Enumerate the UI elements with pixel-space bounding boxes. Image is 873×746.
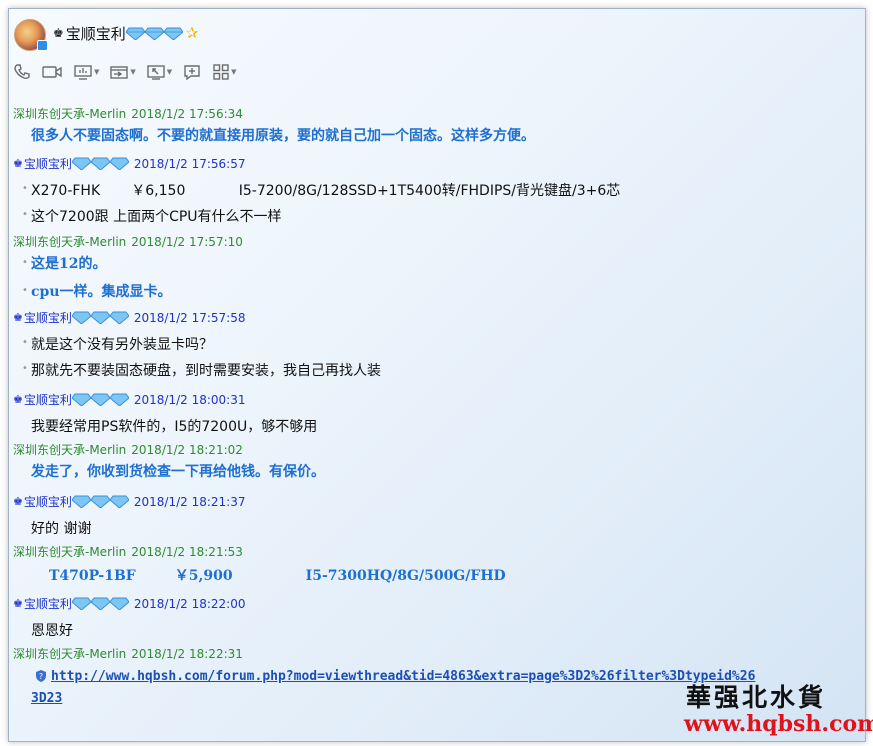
message-time: 2018/1/2 18:22:00: [133, 596, 246, 611]
remote-desktop-icon[interactable]: ▼: [146, 63, 172, 81]
message-text: 我要经常用PS软件的，I5的7200U，够不够用: [31, 419, 318, 435]
vip-crown-icon: ♚: [53, 26, 64, 40]
diamond-icon: [109, 157, 129, 170]
message-link[interactable]: http://www.hqbsh.com/forum.php?mod=viewt…: [51, 669, 755, 684]
message-time: 2018/1/2 18:00:31: [133, 392, 246, 407]
sender-name[interactable]: 深圳东创天承-Merlin: [13, 105, 126, 122]
bullet-icon: •: [22, 257, 28, 268]
add-app-icon[interactable]: [182, 63, 202, 81]
message-text: 那就先不要装固态硬盘，到时需要安装，我自己再找人装: [31, 363, 381, 379]
diamond-icon: [90, 393, 110, 406]
diamond-icon: [90, 495, 110, 508]
message-time: 2018/1/2 17:57:10: [131, 234, 243, 249]
sender-name[interactable]: 宝顺宝利: [24, 391, 72, 408]
online-status-icon: [37, 40, 48, 51]
message-text: T470P-1BF ￥5,900 I5-7300HQ/8G/500G/FHD: [49, 568, 506, 584]
message-text: 恩恩好: [31, 623, 73, 639]
sender-name[interactable]: 宝顺宝利: [24, 309, 72, 326]
sender-name[interactable]: 深圳东创天承-Merlin: [13, 543, 126, 560]
chevron-down-icon[interactable]: ▼: [94, 68, 99, 76]
transfer-file-icon[interactable]: ▼: [109, 63, 136, 81]
message-time: 2018/1/2 17:57:58: [133, 310, 246, 325]
message-header: ♚ 宝顺宝利 2018/1/2 17:57:58: [13, 309, 246, 326]
chevron-down-icon[interactable]: ▼: [130, 68, 135, 76]
diamond-icon: [71, 597, 91, 610]
vip-crown-icon: ♚: [13, 495, 23, 508]
star-icon: ✰: [185, 24, 199, 42]
message-text: 就是这个没有另外装显卡吗？: [31, 337, 213, 353]
sender-name[interactable]: 宝顺宝利: [24, 595, 72, 612]
message-list[interactable]: 深圳东创天承-Merlin 2018/1/2 17:56:34 很多人不要固态啊…: [9, 85, 865, 741]
bullet-icon: •: [22, 337, 28, 348]
sender-name[interactable]: 深圳东创天承-Merlin: [13, 233, 126, 250]
diamond-icon: [109, 597, 129, 610]
watermark-url: www.hqbsh.com: [684, 711, 873, 737]
message-link[interactable]: 3D23: [31, 691, 62, 706]
message-time: 2018/1/2 18:21:02: [131, 442, 243, 457]
apps-grid-icon[interactable]: ▼: [212, 63, 237, 81]
diamond-icon: [90, 311, 110, 324]
watermark-logo-text: 華强北水貨: [686, 683, 827, 712]
message-time: 2018/1/2 18:22:31: [131, 646, 243, 661]
sender-name[interactable]: 宝顺宝利: [24, 493, 72, 510]
contact-name[interactable]: 宝顺宝利: [66, 23, 126, 44]
message-header: ♚ 宝顺宝利 2018/1/2 18:21:37: [13, 493, 246, 510]
message-text: X270-FHK ￥6,150 I5-7200/8G/128SSD+1T5400…: [31, 183, 621, 199]
video-icon[interactable]: [41, 63, 63, 81]
diamond-icon: [71, 157, 91, 170]
toolbar: ▼ ▼ ▼ ▼: [13, 61, 237, 83]
bullet-icon: •: [22, 363, 28, 374]
diamond-icon: [90, 157, 110, 170]
chevron-down-icon[interactable]: ▼: [231, 68, 236, 76]
vip-crown-icon: ♚: [13, 597, 23, 610]
message-time: 2018/1/2 18:21:37: [133, 494, 246, 509]
diamond-icon: [144, 27, 164, 40]
chevron-down-icon[interactable]: ▼: [167, 68, 172, 76]
message-text: 发走了，你收到货检查一下再给他钱。有保价。: [31, 464, 325, 480]
message-text: 这个7200跟 上面两个CPU有什么不一样: [31, 209, 282, 225]
message-header: 深圳东创天承-Merlin 2018/1/2 18:21:53: [13, 543, 243, 560]
vip-crown-icon: ♚: [13, 157, 23, 170]
diamond-icon: [90, 597, 110, 610]
diamond-icon: [163, 27, 183, 40]
message-text: cpu一样。集成显卡。: [31, 284, 172, 300]
sender-name[interactable]: 深圳东创天承-Merlin: [13, 441, 126, 458]
message-text: 很多人不要固态啊。不要的就直接用原装，要的就自己加一个固态。这样多方便。: [31, 128, 535, 144]
chat-header: ♚ 宝顺宝利 ✰: [9, 9, 865, 57]
message-header: 深圳东创天承-Merlin 2018/1/2 17:57:10: [13, 233, 243, 250]
unsafe-link-icon: ?: [36, 670, 46, 682]
message-time: 2018/1/2 17:56:57: [133, 156, 246, 171]
message-time: 2018/1/2 17:56:34: [131, 106, 243, 121]
message-text: 这是12的。: [31, 256, 107, 272]
vip-crown-icon: ♚: [13, 311, 23, 324]
bullet-icon: •: [22, 285, 28, 296]
sender-name[interactable]: 深圳东创天承-Merlin: [13, 645, 126, 662]
message-header: 深圳东创天承-Merlin 2018/1/2 18:22:31: [13, 645, 243, 662]
vip-crown-icon: ♚: [13, 393, 23, 406]
diamond-icon: [71, 393, 91, 406]
bullet-icon: •: [22, 183, 28, 194]
message-text: 好的 谢谢: [31, 521, 92, 537]
diamond-icon: [109, 311, 129, 324]
message-header: ♚ 宝顺宝利 2018/1/2 18:22:00: [13, 595, 246, 612]
message-header: ♚ 宝顺宝利 2018/1/2 18:00:31: [13, 391, 246, 408]
screen-share-icon[interactable]: ▼: [73, 63, 99, 81]
phone-icon[interactable]: [13, 63, 31, 81]
sender-name[interactable]: 宝顺宝利: [24, 155, 72, 172]
chat-window: ♚ 宝顺宝利 ✰ ▼ ▼ ▼ ▼ 深圳东创天承-Merlin 2018/1/2 …: [8, 8, 866, 742]
svg-text:?: ?: [39, 672, 43, 681]
message-time: 2018/1/2 18:21:53: [131, 544, 243, 559]
diamond-icon: [109, 495, 129, 508]
bullet-icon: •: [22, 209, 28, 220]
contact-title: ♚ 宝顺宝利 ✰: [53, 23, 198, 43]
message-header: 深圳东创天承-Merlin 2018/1/2 17:56:34: [13, 105, 243, 122]
diamond-icon: [125, 27, 145, 40]
message-header: ♚ 宝顺宝利 2018/1/2 17:56:57: [13, 155, 246, 172]
diamond-icon: [109, 393, 129, 406]
diamond-icon: [71, 311, 91, 324]
diamond-icon: [71, 495, 91, 508]
message-header: 深圳东创天承-Merlin 2018/1/2 18:21:02: [13, 441, 243, 458]
